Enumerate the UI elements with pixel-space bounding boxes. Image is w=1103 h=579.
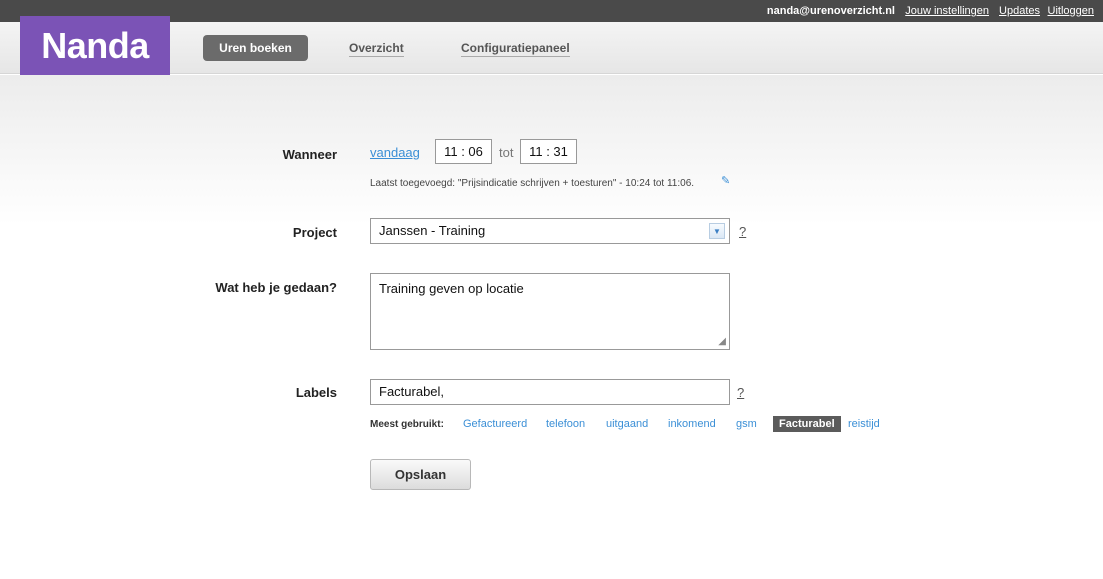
logo[interactable]: Nanda	[20, 16, 170, 81]
tag-reistijd[interactable]: reistijd	[848, 418, 880, 430]
tag-inkomend[interactable]: inkomend	[668, 418, 716, 430]
project-select[interactable]: Janssen - Training ▼	[370, 218, 730, 244]
save-button[interactable]: Opslaan	[370, 459, 471, 490]
tag-uitgaand[interactable]: uitgaand	[606, 418, 648, 430]
nav-uren-boeken[interactable]: Uren boeken	[203, 35, 308, 61]
description-value: Training geven op locatie	[379, 281, 524, 296]
settings-link[interactable]: Jouw instellingen	[905, 5, 989, 17]
labels-input[interactable]: Facturabel,	[370, 379, 730, 405]
tag-gsm[interactable]: gsm	[736, 418, 757, 430]
logout-link[interactable]: Uitloggen	[1048, 5, 1094, 17]
tag-gefactureerd[interactable]: Gefactureerd	[463, 418, 527, 430]
vandaag-link[interactable]: vandaag	[370, 145, 420, 160]
updates-link[interactable]: Updates	[999, 5, 1040, 17]
resize-handle-icon[interactable]: ◢	[718, 336, 726, 347]
last-added-text: Laatst toegevoegd: "Prijsindicatie schri…	[370, 178, 695, 189]
end-time-input[interactable]: 11 : 31	[520, 139, 577, 164]
tag-telefoon[interactable]: telefoon	[546, 418, 585, 430]
tot-label: tot	[499, 145, 514, 160]
project-label: Project	[292, 225, 337, 240]
nav-configuratiepaneel[interactable]: Configuratiepaneel	[461, 41, 570, 57]
labels-help-link[interactable]: ?	[737, 385, 744, 400]
tag-facturabel[interactable]: Facturabel	[773, 416, 841, 432]
description-textarea[interactable]: Training geven op locatie ◢	[370, 273, 730, 350]
wanneer-label: Wanneer	[282, 147, 337, 162]
chevron-down-icon[interactable]: ▼	[709, 223, 725, 239]
nav-overzicht[interactable]: Overzicht	[349, 41, 404, 57]
user-email: nanda@urenoverzicht.nl	[766, 5, 895, 17]
project-help-link[interactable]: ?	[739, 224, 746, 239]
pencil-icon[interactable]: ✎	[721, 174, 730, 187]
project-select-value: Janssen - Training	[379, 223, 486, 238]
wat-label: Wat heb je gedaan?	[215, 280, 337, 295]
start-time-input[interactable]: 11 : 06	[435, 139, 492, 164]
labels-label: Labels	[295, 385, 337, 400]
most-used-label: Meest gebruikt:	[370, 419, 444, 430]
